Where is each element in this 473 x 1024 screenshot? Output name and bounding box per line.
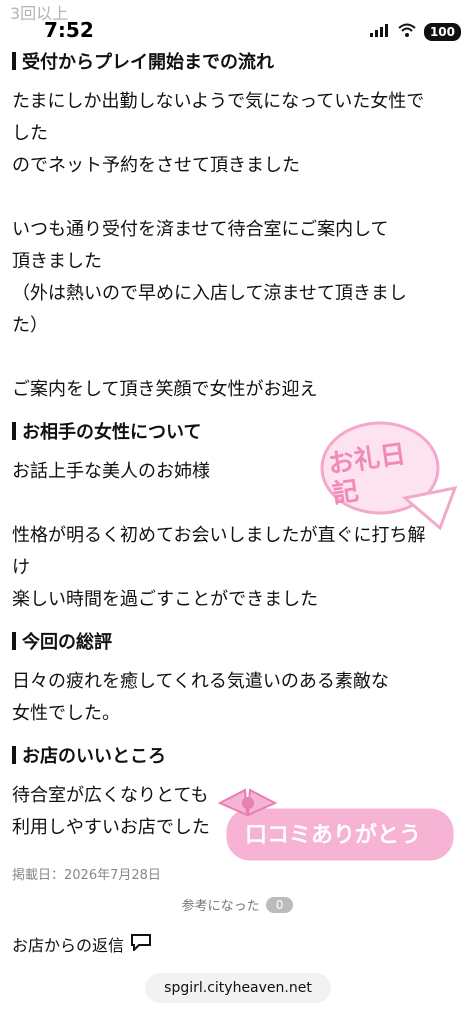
text-line: いつも通り受付を済ませて待合室にご案内して [12,219,389,240]
text-line: のでネット予約をさせて頂きました [12,155,300,176]
text-line: 日々の疲れを癒してくれる気遣いのある素敵な [12,671,389,692]
thanks-diary-stamp: お礼日記 [320,413,460,533]
text-line: 楽しい時間を過ごすことができました [12,589,319,610]
section-title-shop-good: お店のいいところ [12,742,463,768]
section-bar [12,422,16,440]
url-bar[interactable]: spgirl.cityheaven.net [145,973,331,1003]
helpful-count: 0 [265,896,294,913]
text-line: たまにしか出勤しないようで気になっていた女性で [12,91,425,112]
battery-icon: 100 [423,22,461,41]
section-bar [12,746,16,764]
text-line: け [12,557,30,578]
thanks-review-stamp: 口コミありがとう [205,785,460,870]
wifi-icon [398,22,416,41]
speech-bubble-icon [130,933,152,955]
helpful-label: 参考になった [181,899,260,914]
status-time: 7:52 [44,18,94,42]
shop-reply-label: お店からの返信 [12,936,125,955]
text-line: ご案内をして頂き笑顔で女性がお迎え [12,379,318,400]
section-title-flow: 受付からプレイ開始までの流れ [12,48,463,74]
text-line: 女性でした。 [12,703,120,724]
text-line: した [12,123,48,144]
stamp-text: 口コミありがとう [245,823,422,848]
section-bar [12,632,16,650]
section-title-overall: 今回の総評 [12,628,463,654]
text-line: た） [12,315,48,336]
section-bar [12,52,16,70]
text-line: 頂きました [12,251,102,272]
text-line: （外は熱いので早めに入店して涼ませて頂きまし [12,283,407,304]
helpful-row[interactable]: 参考になった 0 [12,895,463,914]
status-icons: 100 [369,22,461,41]
signal-icon [369,22,390,41]
shop-reply[interactable]: お店からの返信 [12,932,463,956]
